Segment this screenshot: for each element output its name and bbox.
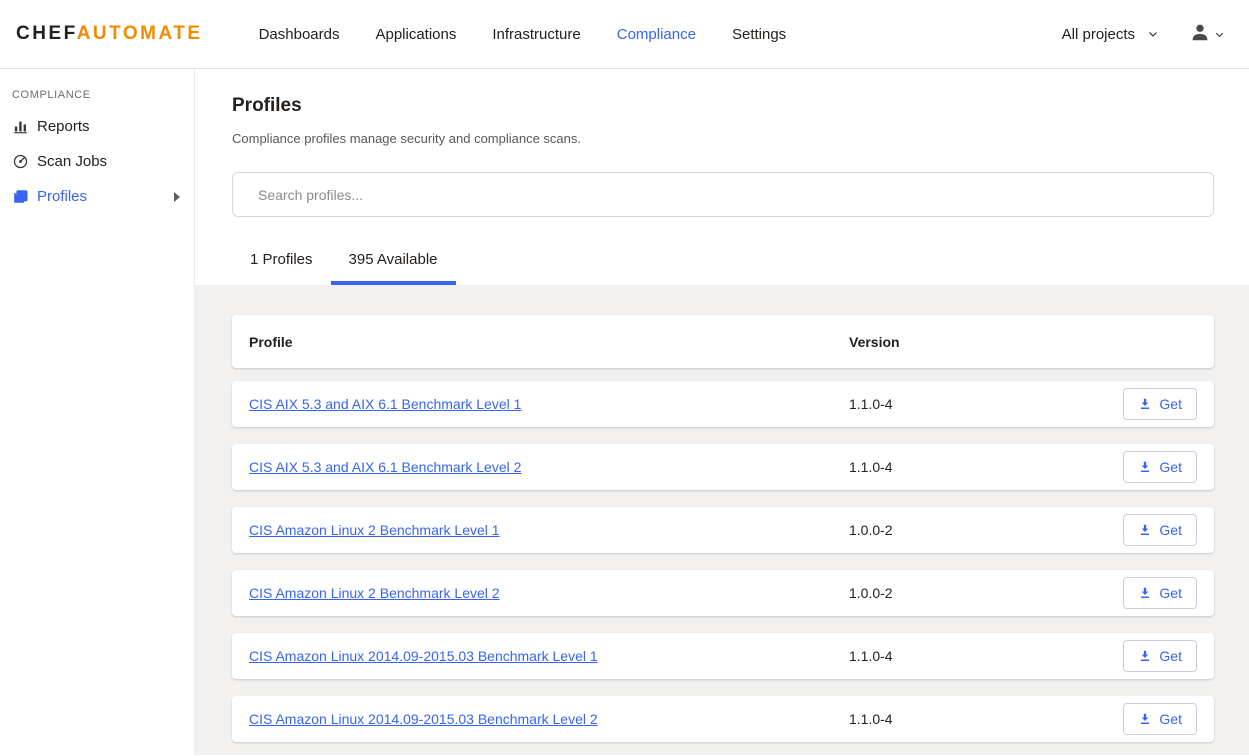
projects-selector[interactable]: All projects — [1062, 26, 1159, 43]
profile-link[interactable]: CIS Amazon Linux 2 Benchmark Level 2 — [249, 585, 500, 601]
table-row: CIS Amazon Linux 2014.09-2015.03 Benchma… — [232, 696, 1214, 742]
library-icon — [12, 188, 29, 205]
projects-selector-label: All projects — [1062, 26, 1135, 43]
nav-settings[interactable]: Settings — [732, 26, 786, 43]
sidebar-item-label: Scan Jobs — [37, 153, 107, 170]
profile-link[interactable]: CIS Amazon Linux 2014.09-2015.03 Benchma… — [249, 711, 598, 727]
nav-infrastructure[interactable]: Infrastructure — [492, 26, 580, 43]
sidebar-section-label: COMPLIANCE — [0, 89, 194, 101]
get-button-label: Get — [1159, 459, 1182, 475]
sidebar-item-profiles[interactable]: Profiles — [0, 179, 194, 214]
profile-version: 1.1.0-4 — [849, 648, 1123, 664]
download-icon — [1138, 460, 1152, 474]
sidebar-item-scan-jobs[interactable]: Scan Jobs — [0, 144, 194, 179]
sidebar-item-label: Reports — [37, 118, 90, 135]
nav-applications[interactable]: Applications — [375, 26, 456, 43]
app-shell: COMPLIANCE Reports Scan Jobs Profiles Pr… — [0, 69, 1249, 755]
chef-automate-logo[interactable]: CHEFAUTOMATE — [16, 23, 203, 45]
sidebar-item-reports[interactable]: Reports — [0, 109, 194, 144]
profile-version: 1.0.0-2 — [849, 522, 1123, 538]
get-button-label: Get — [1159, 711, 1182, 727]
primary-nav: Dashboards Applications Infrastructure C… — [259, 26, 787, 43]
profile-version: 1.0.0-2 — [849, 585, 1123, 601]
get-button-label: Get — [1159, 648, 1182, 664]
profiles-header-section: Profiles Compliance profiles manage secu… — [195, 69, 1249, 285]
get-profile-button[interactable]: Get — [1123, 577, 1197, 609]
get-button-label: Get — [1159, 522, 1182, 538]
chevron-down-icon — [1147, 28, 1159, 40]
get-profile-button[interactable]: Get — [1123, 388, 1197, 420]
topnav-right-controls: All projects — [1062, 21, 1225, 48]
table-row: CIS Amazon Linux 2014.09-2015.03 Benchma… — [232, 633, 1214, 679]
profile-link[interactable]: CIS AIX 5.3 and AIX 6.1 Benchmark Level … — [249, 396, 521, 412]
profile-version: 1.1.0-4 — [849, 396, 1123, 412]
profiles-table-header: Profile Version — [232, 315, 1214, 368]
column-header-version: Version — [849, 334, 1197, 350]
profiles-table-area: Profile Version CIS AIX 5.3 and AIX 6.1 … — [195, 285, 1249, 755]
get-profile-button[interactable]: Get — [1123, 451, 1197, 483]
page-subtitle: Compliance profiles manage security and … — [232, 131, 1214, 146]
column-header-profile: Profile — [249, 334, 849, 350]
profile-version: 1.1.0-4 — [849, 459, 1123, 475]
user-menu[interactable] — [1189, 21, 1225, 48]
profile-link[interactable]: CIS AIX 5.3 and AIX 6.1 Benchmark Level … — [249, 459, 521, 475]
profiles-tabs: 1 Profiles 395 Available — [232, 239, 1214, 285]
user-avatar-icon — [1189, 21, 1211, 48]
logo-automate-text: AUTOMATE — [77, 23, 203, 44]
profiles-table-body: CIS AIX 5.3 and AIX 6.1 Benchmark Level … — [232, 381, 1214, 742]
compliance-sidebar: COMPLIANCE Reports Scan Jobs Profiles — [0, 69, 195, 755]
logo-chef-text: CHEF — [16, 23, 77, 44]
chevron-down-icon — [1214, 29, 1225, 40]
get-profile-button[interactable]: Get — [1123, 640, 1197, 672]
nav-compliance[interactable]: Compliance — [617, 26, 696, 43]
top-navigation-bar: CHEFAUTOMATE Dashboards Applications Inf… — [0, 0, 1249, 69]
radar-icon — [12, 153, 29, 170]
profile-link[interactable]: CIS Amazon Linux 2014.09-2015.03 Benchma… — [249, 648, 598, 664]
get-button-label: Get — [1159, 396, 1182, 412]
bar-chart-icon — [12, 118, 29, 135]
tab-my-profiles[interactable]: 1 Profiles — [232, 239, 331, 285]
profile-version: 1.1.0-4 — [849, 711, 1123, 727]
download-icon — [1138, 523, 1152, 537]
get-profile-button[interactable]: Get — [1123, 514, 1197, 546]
tab-available[interactable]: 395 Available — [331, 239, 456, 285]
page-title: Profiles — [232, 95, 1214, 117]
expand-caret-icon — [174, 192, 180, 202]
search-input[interactable] — [232, 172, 1214, 217]
table-row: CIS Amazon Linux 2 Benchmark Level 1 1.0… — [232, 507, 1214, 553]
main-content: Profiles Compliance profiles manage secu… — [195, 69, 1249, 755]
download-icon — [1138, 649, 1152, 663]
download-icon — [1138, 586, 1152, 600]
download-icon — [1138, 712, 1152, 726]
table-row: CIS Amazon Linux 2 Benchmark Level 2 1.0… — [232, 570, 1214, 616]
sidebar-item-label: Profiles — [37, 188, 87, 205]
table-row: CIS AIX 5.3 and AIX 6.1 Benchmark Level … — [232, 444, 1214, 490]
get-profile-button[interactable]: Get — [1123, 703, 1197, 735]
profile-link[interactable]: CIS Amazon Linux 2 Benchmark Level 1 — [249, 522, 500, 538]
get-button-label: Get — [1159, 585, 1182, 601]
table-row: CIS AIX 5.3 and AIX 6.1 Benchmark Level … — [232, 381, 1214, 427]
nav-dashboards[interactable]: Dashboards — [259, 26, 340, 43]
download-icon — [1138, 397, 1152, 411]
